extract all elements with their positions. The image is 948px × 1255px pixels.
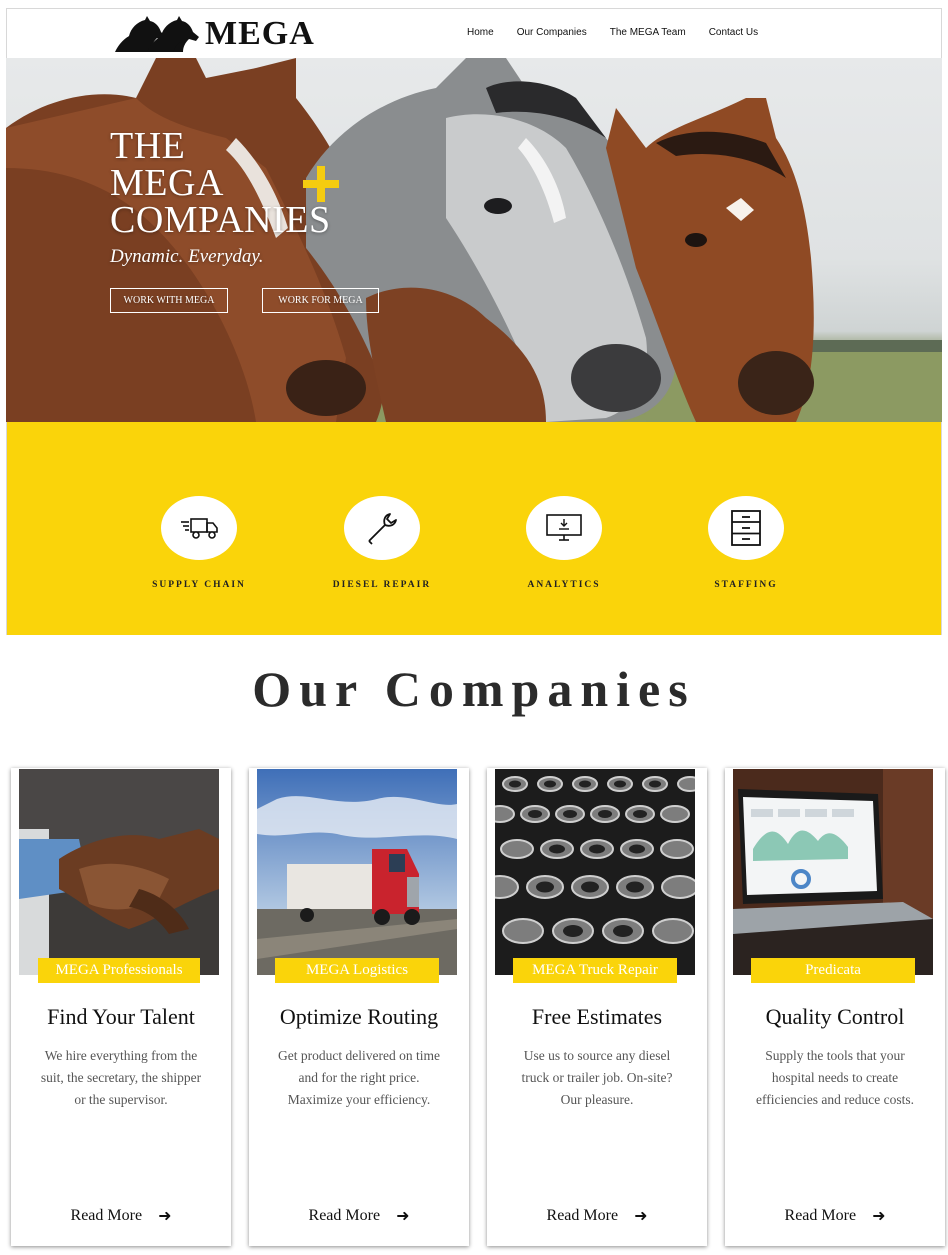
read-more-link[interactable]: Read More ➜ xyxy=(487,1206,707,1225)
section-title: Our Companies xyxy=(252,661,696,717)
read-more-link[interactable]: Read More ➜ xyxy=(725,1206,945,1225)
card-description: Get product delivered on time and for th… xyxy=(278,1048,440,1107)
logo-text: MEGA xyxy=(205,15,315,52)
site-header: MEGA Home Our Companies The MEGA Team Co… xyxy=(6,8,942,58)
service-icon-circle xyxy=(708,496,784,560)
hero-title: THE MEGA COMPANIES xyxy=(110,125,331,241)
delivery-truck-icon xyxy=(181,518,218,539)
nav-contact-us[interactable]: Contact Us xyxy=(709,27,758,38)
monitor-icon xyxy=(546,514,582,541)
card-description: We hire everything from the suit, the se… xyxy=(40,1048,202,1107)
company-badge: MEGA Truck Repair xyxy=(513,958,677,983)
metal-parts-photo xyxy=(495,769,695,975)
nav-our-companies[interactable]: Our Companies xyxy=(517,27,587,38)
card-description: Use us to source any diesel truck or tra… xyxy=(521,1048,673,1107)
hero-title-line: MEGA xyxy=(110,162,224,204)
company-badge: Predicata xyxy=(751,958,915,983)
hero-title-line: COMPANIES xyxy=(110,199,331,241)
horses-logo-icon xyxy=(115,16,199,52)
hero-banner: THE MEGA COMPANIES Dynamic. Everyday. WO… xyxy=(6,58,942,422)
service-icon-circle xyxy=(526,496,602,560)
service-icon-circle xyxy=(161,496,237,560)
company-card-logistics[interactable]: MEGA Logistics Optimize Routing Get prod… xyxy=(249,768,469,1246)
mega-logo[interactable]: MEGA xyxy=(113,13,315,55)
plus-accent-icon xyxy=(303,166,339,202)
card-title: Free Estimates xyxy=(531,1004,663,1029)
service-label: DIESEL REPAIR xyxy=(332,580,432,590)
arrow-right-icon: ➜ xyxy=(634,1206,648,1225)
work-for-mega-button[interactable]: WORK FOR MEGA xyxy=(262,288,379,313)
company-badge: MEGA Professionals xyxy=(38,958,200,983)
arrow-right-icon: ➜ xyxy=(396,1206,410,1225)
card-title: Quality Control xyxy=(765,1004,905,1029)
read-more-link[interactable]: Read More ➜ xyxy=(249,1206,469,1225)
service-staffing[interactable]: STAFFING xyxy=(666,496,826,590)
service-label: STAFFING xyxy=(714,580,778,590)
hero-tagline: Dynamic. Everyday. xyxy=(110,246,264,267)
card-title: Find Your Talent xyxy=(47,1004,195,1029)
read-more-label: Read More xyxy=(546,1206,619,1224)
card-title: Optimize Routing xyxy=(279,1004,439,1029)
card-description: Supply the tools that your hospital need… xyxy=(756,1048,914,1107)
service-icon-circle xyxy=(344,496,420,560)
nav-home[interactable]: Home xyxy=(467,27,494,38)
services-band: SUPPLY CHAIN DIESEL REPAIR ANALYTICS STA… xyxy=(6,422,942,635)
service-diesel-repair[interactable]: DIESEL REPAIR xyxy=(302,496,462,590)
service-label: ANALYTICS xyxy=(527,580,601,590)
read-more-label: Read More xyxy=(784,1206,857,1224)
read-more-label: Read More xyxy=(70,1206,143,1224)
company-card-truck-repair[interactable]: MEGA Truck Repair Free Estimates Use us … xyxy=(487,768,707,1246)
handshake-photo xyxy=(19,769,219,975)
service-analytics[interactable]: ANALYTICS xyxy=(484,496,644,590)
service-supply-chain[interactable]: SUPPLY CHAIN xyxy=(119,496,279,590)
wrench-icon xyxy=(368,513,397,545)
company-badge: MEGA Logistics xyxy=(275,958,439,983)
laptop-dashboard-photo xyxy=(733,769,933,975)
company-card-predicata[interactable]: Predicata Quality Control Supply the too… xyxy=(725,768,945,1246)
service-label: SUPPLY CHAIN xyxy=(152,580,246,590)
company-card-professionals[interactable]: MEGA Professionals Find Your Talent We h… xyxy=(11,768,231,1246)
main-nav: Home Our Companies The MEGA Team Contact… xyxy=(467,27,781,38)
arrow-right-icon: ➜ xyxy=(872,1206,886,1225)
read-more-label: Read More xyxy=(308,1206,381,1224)
nav-mega-team[interactable]: The MEGA Team xyxy=(610,27,686,38)
arrow-right-icon: ➜ xyxy=(158,1206,172,1225)
work-with-mega-button[interactable]: WORK WITH MEGA xyxy=(110,288,228,313)
read-more-link[interactable]: Read More ➜ xyxy=(11,1206,231,1225)
hero-title-line: THE xyxy=(110,125,186,167)
semi-truck-photo xyxy=(257,769,457,975)
file-cabinet-icon xyxy=(731,510,761,546)
